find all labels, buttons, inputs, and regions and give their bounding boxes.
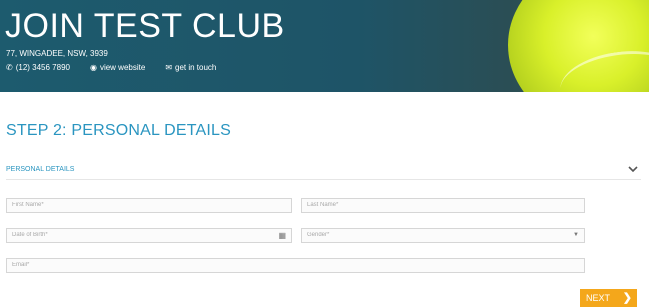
section-label: PERSONAL DETAILS (6, 166, 75, 173)
club-title: JOIN TEST CLUB (5, 7, 285, 45)
club-address: 77, WINGADEE, NSW, 3939 (6, 49, 108, 58)
last-name-input[interactable] (307, 202, 579, 208)
website-label: view website (99, 63, 146, 72)
phone-link[interactable]: ✆ (12) 3456 7890 (6, 63, 70, 72)
first-name-field[interactable] (6, 198, 292, 213)
email-input[interactable] (12, 262, 579, 268)
dob-field[interactable]: ▦ (6, 228, 292, 243)
phone-icon: ✆ (6, 63, 13, 72)
gender-input[interactable] (307, 232, 579, 238)
contact-link[interactable]: ✉ get in touch (165, 63, 216, 72)
last-name-field[interactable] (301, 198, 585, 213)
calendar-icon[interactable]: ▦ (278, 231, 286, 240)
dob-input[interactable] (12, 232, 286, 238)
gender-select[interactable]: ▼ (301, 228, 585, 243)
next-button[interactable]: NEXT ❯ (580, 289, 637, 307)
club-banner: JOIN TEST CLUB 77, WINGADEE, NSW, 3939 ✆… (0, 0, 649, 92)
first-name-input[interactable] (12, 202, 286, 208)
email-field[interactable] (6, 258, 585, 273)
chevron-right-icon: ❯ (622, 292, 632, 304)
contact-label: get in touch (175, 63, 217, 72)
website-link[interactable]: ◉ view website (90, 63, 145, 72)
envelope-icon: ✉ (165, 63, 173, 72)
dropdown-caret-icon: ▼ (573, 232, 579, 238)
globe-icon: ◉ (89, 63, 97, 72)
step-title: STEP 2: PERSONAL DETAILS (6, 122, 232, 139)
phone-number: (12) 3456 7890 (15, 63, 70, 72)
next-label: NEXT (586, 293, 611, 303)
section-header-personal-details[interactable]: PERSONAL DETAILS (6, 162, 641, 180)
club-links: ✆ (12) 3456 7890 ◉ view website ✉ get in… (6, 63, 236, 72)
chevron-down-icon[interactable] (627, 163, 639, 175)
